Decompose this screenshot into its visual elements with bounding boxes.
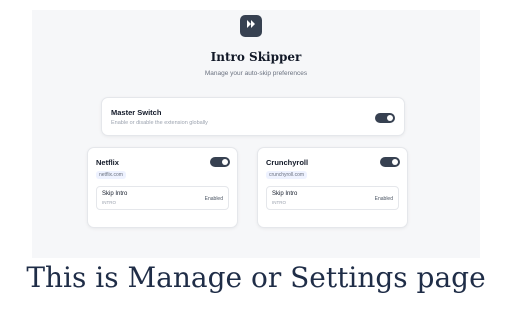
fast-forward-icon (245, 17, 257, 35)
skip-intro-row[interactable]: Skip Intro INTRO Enabled (266, 186, 399, 210)
toggle-knob (222, 159, 228, 165)
toggle-knob (392, 159, 398, 165)
settings-screenshot: Intro Skipper Manage your auto-skip pref… (32, 10, 480, 258)
page-subtitle: Manage your auto-skip preferences (204, 70, 308, 77)
skip-intro-label: Skip Intro (102, 191, 128, 197)
master-switch-description: Enable or disable the extension globally (111, 120, 208, 126)
page-caption: This is Manage or Settings page (26, 261, 486, 294)
service-name: Netflix (96, 158, 119, 167)
master-switch-toggle[interactable] (375, 113, 395, 123)
service-domain-badge: netflix.com (96, 171, 126, 179)
skip-intro-row[interactable]: Skip Intro INTRO Enabled (96, 186, 229, 210)
app-logo (240, 15, 262, 37)
skip-intro-status: Enabled (204, 196, 223, 202)
skip-intro-label: Skip Intro (272, 191, 298, 197)
skip-intro-code: INTRO (272, 200, 286, 205)
master-switch-card: Master Switch Enable or disable the exte… (101, 97, 405, 136)
toggle-knob (387, 115, 393, 121)
service-card-crunchyroll: Crunchyroll crunchyroll.com Skip Intro I… (257, 147, 408, 228)
skip-intro-code: INTRO (102, 200, 116, 205)
master-switch-label: Master Switch (111, 108, 162, 117)
service-card-netflix: Netflix netflix.com Skip Intro INTRO Ena… (87, 147, 238, 228)
skip-intro-status: Enabled (374, 196, 393, 202)
netflix-toggle[interactable] (210, 157, 230, 167)
service-domain-badge: crunchyroll.com (266, 171, 308, 179)
service-name: Crunchyroll (266, 158, 309, 167)
page-title: Intro Skipper (210, 50, 302, 64)
crunchyroll-toggle[interactable] (380, 157, 400, 167)
